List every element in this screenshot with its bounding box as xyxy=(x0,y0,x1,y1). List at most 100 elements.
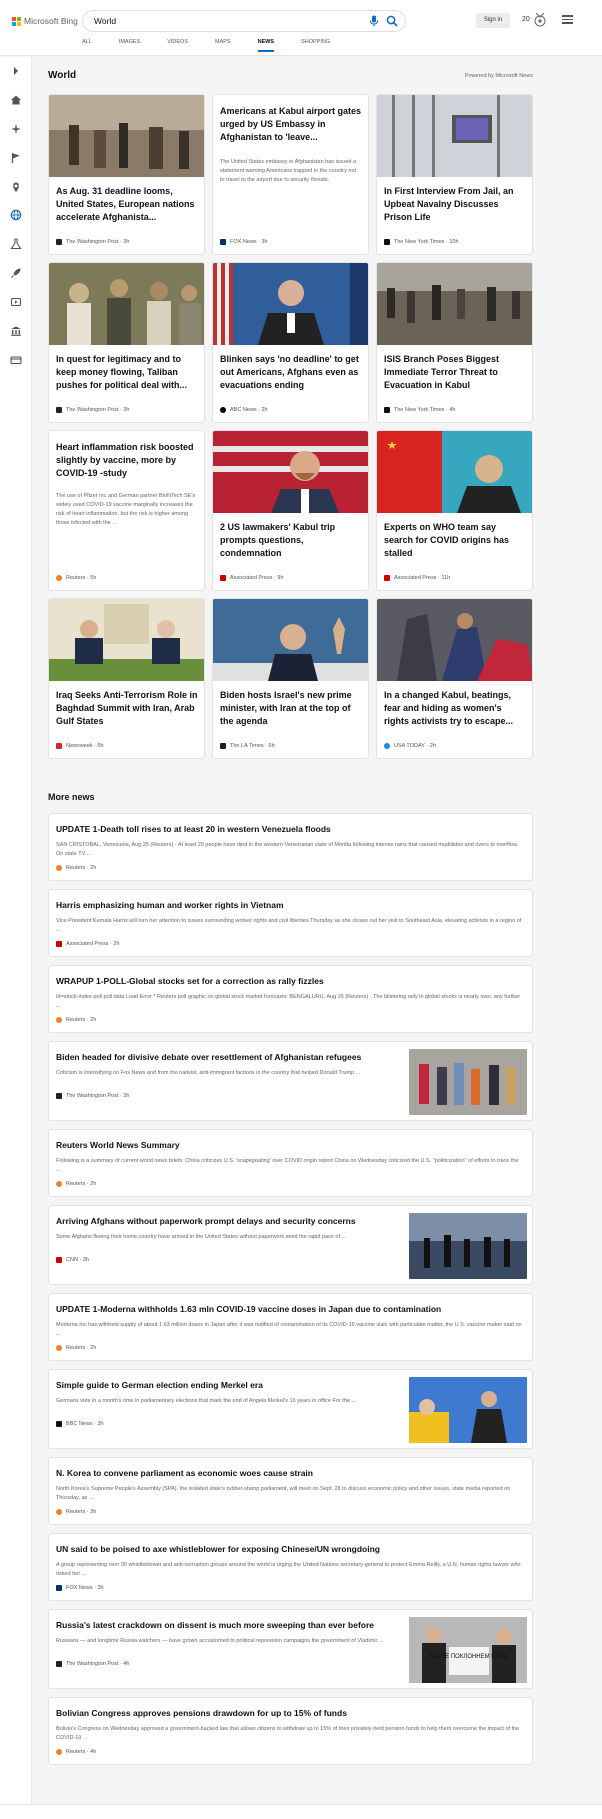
card-source[interactable]: Reuters · 5h xyxy=(56,575,96,581)
refugees-photo[interactable] xyxy=(409,1049,527,1115)
card-title[interactable]: Americans at Kabul airport gates urged b… xyxy=(220,105,363,145)
row-source[interactable]: BBC News · 3h xyxy=(56,1421,104,1427)
row-source[interactable]: Reuters · 2h xyxy=(56,1181,96,1187)
government-icon[interactable] xyxy=(10,325,22,337)
row-title[interactable]: Biden headed for divisive debate over re… xyxy=(56,1052,361,1062)
sign-in-button[interactable]: Sign in xyxy=(476,13,510,28)
row-title[interactable]: WRAPUP 1-POLL-Global stocks set for a co… xyxy=(56,976,324,986)
home-icon[interactable] xyxy=(10,94,22,106)
card-title[interactable]: In a changed Kabul, beatings, fear and h… xyxy=(384,689,527,729)
news-row[interactable]: Simple guide to German election ending M… xyxy=(48,1369,533,1449)
card-title[interactable]: As Aug. 31 deadline looms, United States… xyxy=(56,185,199,225)
search-input[interactable]: World xyxy=(94,16,116,26)
news-card[interactable]: Biden hosts Israel's new prime minister,… xyxy=(212,598,369,759)
crowd-airport-photo[interactable] xyxy=(49,95,205,177)
card-source[interactable]: The New York Times · 4h xyxy=(384,407,455,413)
news-card[interactable]: Experts on WHO team say search for COVID… xyxy=(376,430,533,591)
card-title[interactable]: Heart inflammation risk boosted slightly… xyxy=(56,441,199,481)
tab-videos[interactable]: VIDEOS xyxy=(167,39,188,48)
card-source[interactable]: FOX News · 3h xyxy=(220,239,268,245)
news-row[interactable]: Biden headed for divisive debate over re… xyxy=(48,1041,533,1121)
card-title[interactable]: Experts on WHO team say search for COVID… xyxy=(384,521,527,561)
card-source[interactable]: Newsweek · 5h xyxy=(56,743,104,749)
card-source[interactable]: The New York Times · 10h xyxy=(384,239,459,245)
row-source[interactable]: FOX News · 3h xyxy=(56,1585,104,1591)
news-card[interactable]: In a changed Kabul, beatings, fear and h… xyxy=(376,598,533,759)
row-source[interactable]: Reuters · 4h xyxy=(56,1749,96,1755)
row-title[interactable]: Bolivian Congress approves pensions draw… xyxy=(56,1708,347,1718)
expand-icon[interactable] xyxy=(10,65,22,77)
news-row[interactable]: Arriving Afghans without paperwork promp… xyxy=(48,1205,533,1285)
silhouettes-photo[interactable] xyxy=(409,1213,527,1279)
card-source[interactable]: Associated Press · 11h xyxy=(384,575,450,581)
news-card[interactable]: ISIS Branch Poses Biggest Immediate Terr… xyxy=(376,262,533,423)
row-title[interactable]: Reuters World News Summary xyxy=(56,1140,180,1150)
bennett-photo[interactable] xyxy=(213,599,369,681)
bing-logo[interactable]: Microsoft Bing xyxy=(12,16,78,26)
row-title[interactable]: N. Korea to convene parliament as econom… xyxy=(56,1468,313,1478)
microphone-icon[interactable] xyxy=(369,15,379,27)
discover-icon[interactable] xyxy=(10,123,22,135)
news-row[interactable]: N. Korea to convene parliament as econom… xyxy=(48,1457,533,1525)
card-title[interactable]: ISIS Branch Poses Biggest Immediate Terr… xyxy=(384,353,527,393)
election-photo[interactable] xyxy=(409,1377,527,1443)
news-row[interactable]: UN said to be poised to axe whistleblowe… xyxy=(48,1533,533,1601)
protest-photo[interactable]: Мы НЕ ПОКЛОННЕМ БЫТЬ xyxy=(409,1617,527,1683)
rewards-count[interactable]: 20 xyxy=(522,16,530,23)
news-card[interactable]: 2 US lawmakers' Kabul trip prompts quest… xyxy=(212,430,369,591)
row-title[interactable]: UN said to be poised to axe whistleblowe… xyxy=(56,1544,380,1554)
entertainment-icon[interactable] xyxy=(10,296,22,308)
kabul-crowd-photo[interactable] xyxy=(377,263,533,345)
news-row[interactable]: WRAPUP 1-POLL-Global stocks set for a co… xyxy=(48,965,533,1033)
china-official-photo[interactable] xyxy=(377,431,533,513)
tab-all[interactable]: ALL xyxy=(82,39,92,48)
card-source[interactable]: ABC News · 2h xyxy=(220,407,268,413)
prison-screen-photo[interactable] xyxy=(377,95,533,177)
news-row[interactable]: Bolivian Congress approves pensions draw… xyxy=(48,1697,533,1765)
lawmaker-photo[interactable] xyxy=(213,431,369,513)
row-title[interactable]: Russia's latest crackdown on dissent is … xyxy=(56,1620,374,1630)
tab-images[interactable]: IMAGES xyxy=(119,39,140,48)
card-title[interactable]: Blinken says 'no deadline' to get out Am… xyxy=(220,353,363,393)
card-source[interactable]: The Washington Post · 3h xyxy=(56,407,129,413)
search-icon[interactable] xyxy=(386,15,398,27)
news-card[interactable]: Blinken says 'no deadline' to get out Am… xyxy=(212,262,369,423)
blinken-photo[interactable] xyxy=(213,263,369,345)
news-card[interactable]: As Aug. 31 deadline looms, United States… xyxy=(48,94,205,255)
card-title[interactable]: 2 US lawmakers' Kabul trip prompts quest… xyxy=(220,521,363,561)
card-title[interactable]: Iraq Seeks Anti-Terrorism Role in Baghda… xyxy=(56,689,199,729)
row-source[interactable]: Reuters · 2h xyxy=(56,1017,96,1023)
row-title[interactable]: UPDATE 1-Death toll rises to at least 20… xyxy=(56,824,331,834)
science-icon[interactable] xyxy=(10,238,22,250)
row-title[interactable]: UPDATE 1-Moderna withholds 1.63 mln COVI… xyxy=(56,1304,441,1314)
location-icon[interactable] xyxy=(10,181,22,193)
row-source[interactable]: Reuters · 3h xyxy=(56,1509,96,1515)
row-source[interactable]: Reuters · 2h xyxy=(56,865,96,871)
row-title[interactable]: Harris emphasizing human and worker righ… xyxy=(56,900,284,910)
card-source[interactable]: The LA Times · 5h xyxy=(220,743,275,749)
tab-maps[interactable]: MAPS xyxy=(215,39,231,48)
row-source[interactable]: The Washington Post · 4h xyxy=(56,1661,129,1667)
card-source[interactable]: USA TODAY · 2h xyxy=(384,743,436,749)
row-source[interactable]: CNN · 3h xyxy=(56,1257,89,1263)
row-source[interactable]: Associated Press · 2h xyxy=(56,941,120,947)
row-title[interactable]: Arriving Afghans without paperwork promp… xyxy=(56,1216,356,1226)
news-card[interactable]: In First Interview From Jail, an Upbeat … xyxy=(376,94,533,255)
rewards-icon[interactable] xyxy=(533,12,547,28)
oval-office-photo[interactable] xyxy=(49,599,205,681)
card-title[interactable]: In quest for legitimacy and to keep mone… xyxy=(56,353,199,393)
news-card[interactable]: Heart inflammation risk boosted slightly… xyxy=(48,430,205,591)
news-card[interactable]: Iraq Seeks Anti-Terrorism Role in Baghda… xyxy=(48,598,205,759)
powered-by[interactable]: Powered by Microsoft News xyxy=(465,73,533,79)
tab-shopping[interactable]: SHOPPING xyxy=(301,39,330,48)
card-source[interactable]: The Washington Post · 3h xyxy=(56,239,129,245)
rocket-icon[interactable] xyxy=(10,267,22,279)
news-card[interactable]: Americans at Kabul airport gates urged b… xyxy=(212,94,369,255)
globe-icon[interactable] xyxy=(10,209,22,221)
news-row[interactable]: Reuters World News Summary Following is … xyxy=(48,1129,533,1197)
card-title[interactable]: Biden hosts Israel's new prime minister,… xyxy=(220,689,363,729)
kabul-women-photo[interactable] xyxy=(377,599,533,681)
news-row[interactable]: Harris emphasizing human and worker righ… xyxy=(48,889,533,957)
row-title[interactable]: Simple guide to German election ending M… xyxy=(56,1380,263,1390)
flag-icon[interactable] xyxy=(10,152,22,164)
